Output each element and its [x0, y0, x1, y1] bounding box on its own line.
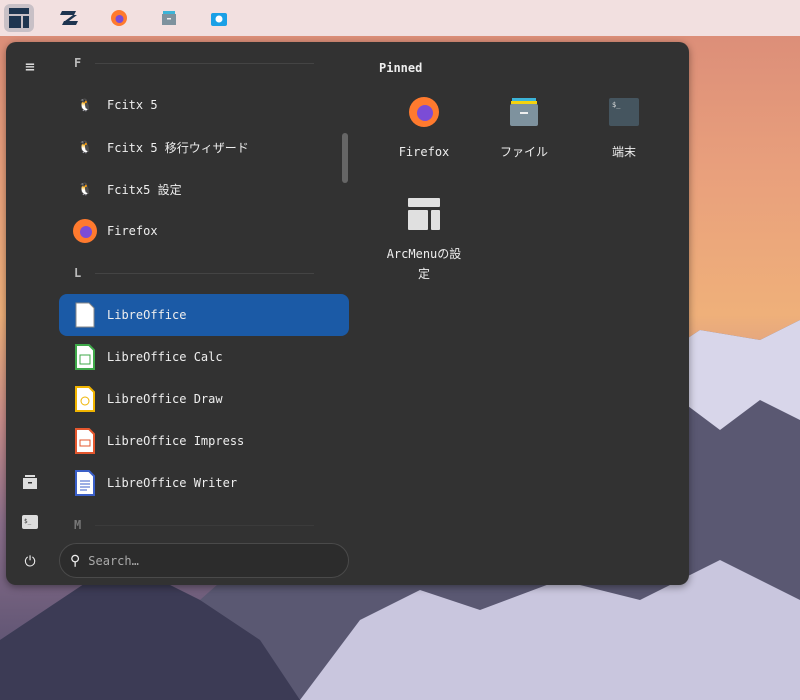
files-icon: [479, 90, 569, 134]
search-field[interactable]: ⚲ Search…: [59, 543, 349, 578]
pinned-arcmenu-settings[interactable]: ArcMenuの設定: [379, 192, 469, 284]
software-store-icon: [211, 13, 227, 26]
section-header-f: F: [74, 56, 314, 70]
item-label: LibreOffice Impress: [107, 434, 245, 448]
hamburger-icon: ≡: [25, 56, 35, 76]
files-taskbar-button[interactable]: [154, 4, 184, 32]
menu-button[interactable]: ≡: [18, 54, 42, 78]
app-item-writer[interactable]: LibreOffice Writer: [59, 462, 349, 504]
firefox-icon: [71, 217, 99, 245]
app-item-calc[interactable]: LibreOffice Calc: [59, 336, 349, 378]
list-scrollbar[interactable]: [342, 133, 348, 183]
svg-text:$_: $_: [612, 101, 621, 109]
firefox-icon: [111, 10, 127, 26]
calc-icon: [71, 343, 99, 371]
app-item-impress[interactable]: LibreOffice Impress: [59, 420, 349, 462]
app-item-fcitx5[interactable]: 🐧 Fcitx 5: [59, 84, 349, 126]
arcmenu-icon: [379, 192, 469, 236]
app-item-libreoffice[interactable]: LibreOffice: [59, 294, 349, 336]
pinned-title: Pinned: [379, 61, 423, 75]
power-button[interactable]: ⏻: [18, 550, 42, 574]
terminal-icon: $_: [579, 90, 669, 134]
sidebar: ≡ $_ ⏻: [6, 42, 54, 585]
tux-icon: 🐧: [77, 98, 93, 112]
search-placeholder: Search…: [88, 553, 139, 568]
draw-icon: [71, 385, 99, 413]
libreoffice-icon: [71, 301, 99, 329]
pin-label: ファイル: [499, 145, 548, 159]
pin-label: Firefox: [398, 145, 450, 159]
item-label: Firefox: [107, 224, 158, 238]
arcmenu-icon: [9, 8, 29, 28]
item-label: LibreOffice: [107, 308, 187, 322]
item-label: Fcitx 5 移行ウィザード: [107, 140, 249, 155]
arcmenu-button[interactable]: [4, 4, 34, 32]
power-icon: ⏻: [24, 554, 36, 570]
pin-label: 端末: [611, 145, 636, 159]
firefox-icon: [379, 90, 469, 134]
pinned-firefox[interactable]: Firefox: [379, 90, 469, 162]
pin-label: ArcMenuの設: [386, 247, 462, 261]
item-label: LibreOffice Draw: [107, 392, 223, 406]
top-panel: [0, 0, 800, 36]
files-icon: [162, 11, 176, 25]
app-item-fcitx5-config[interactable]: 🐧 Fcitx5 設定: [59, 168, 349, 210]
terminal-shortcut[interactable]: $_: [18, 510, 42, 534]
search-icon: ⚲: [70, 552, 81, 569]
zorin-icon: [60, 11, 78, 25]
section-header-m: M: [74, 518, 314, 532]
arcmenu-panel: ≡ $_ ⏻ F 🐧 Fcitx 5 🐧 Fcitx 5 移行ウィザード 🐧 Fcit…: [6, 42, 689, 585]
software-taskbar-button[interactable]: [204, 4, 234, 32]
terminal-icon: $_: [22, 515, 38, 529]
item-label: LibreOffice Calc: [107, 350, 223, 364]
app-list: F 🐧 Fcitx 5 🐧 Fcitx 5 移行ウィザード 🐧 Fcitx5 設定 F…: [59, 42, 349, 532]
pin-label: 定: [417, 267, 430, 281]
files-shortcut[interactable]: [18, 470, 42, 494]
app-item-draw[interactable]: LibreOffice Draw: [59, 378, 349, 420]
svg-text:$_: $_: [24, 518, 32, 525]
impress-icon: [71, 427, 99, 455]
tux-icon: 🐧: [77, 182, 93, 196]
tux-icon: 🐧: [77, 140, 93, 154]
app-item-fcitx5-migrator[interactable]: 🐧 Fcitx 5 移行ウィザード: [59, 126, 349, 168]
item-label: LibreOffice Writer: [107, 476, 238, 490]
writer-icon: [71, 469, 99, 497]
zorin-button[interactable]: [54, 4, 84, 32]
item-label: Fcitx 5: [107, 98, 158, 112]
files-icon: [23, 475, 37, 489]
item-label: Fcitx5 設定: [107, 182, 182, 197]
section-header-l: L: [74, 266, 314, 280]
pinned-files[interactable]: ファイル: [479, 90, 569, 162]
firefox-taskbar-button[interactable]: [104, 4, 134, 32]
app-item-firefox[interactable]: Firefox: [59, 210, 349, 252]
pinned-terminal[interactable]: $_ 端末: [579, 90, 669, 162]
